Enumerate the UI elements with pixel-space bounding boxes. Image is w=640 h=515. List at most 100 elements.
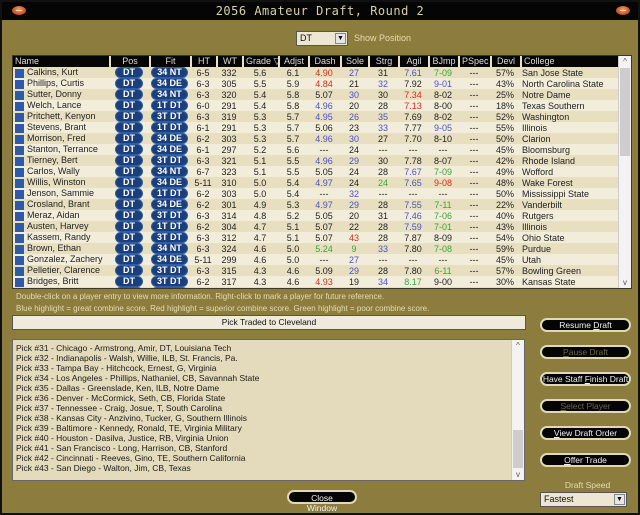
pick-list-item[interactable]: Pick #41 - San Francisco - Long, Harriso… xyxy=(16,443,521,453)
pick-list-item[interactable]: Pick #42 - Cincinnati - Reeves, Gino, TE… xyxy=(16,453,521,463)
player-row[interactable]: Welch, Lance DT 1T DT 6-0 291 5.4 5.8 4.96 20 28 7… xyxy=(13,100,618,111)
player-name-cell[interactable]: Calkins, Kurt xyxy=(13,67,109,78)
mark-player-checkbox[interactable] xyxy=(15,277,24,287)
column-header-pos[interactable]: Pos xyxy=(109,56,149,67)
player-name-cell[interactable]: Carlos, Wally xyxy=(13,166,109,177)
player-name-cell[interactable]: Austen, Harvey xyxy=(13,221,109,232)
player-name-cell[interactable]: Gonzalez, Zachery xyxy=(13,254,109,265)
player-row[interactable]: Bridges, Britt DT 3T DT 6-2 317 4.3 4.6 4.93 19 3… xyxy=(13,276,618,287)
football-icon[interactable] xyxy=(616,6,630,15)
scroll-down-icon[interactable]: v xyxy=(619,277,631,288)
player-name-cell[interactable]: Pritchett, Kenyon xyxy=(13,111,109,122)
player-row[interactable]: Austen, Harvey DT 1T DT 6-2 304 4.7 5.1 5.07 22 2… xyxy=(13,221,618,232)
player-row[interactable]: Meraz, Aidan DT 3T DT 6-3 314 4.8 5.2 5.05 20 31 7… xyxy=(13,210,618,221)
player-row[interactable]: Stevens, Brant DT 1T DT 6-1 291 5.3 5.7 5.06 23 3… xyxy=(13,122,618,133)
player-name-cell[interactable]: Kassem, Randy xyxy=(13,232,109,243)
mark-player-checkbox[interactable] xyxy=(15,79,24,89)
player-name-cell[interactable]: Tierney, Bert xyxy=(13,155,109,166)
mark-player-checkbox[interactable] xyxy=(15,222,24,232)
mark-player-checkbox[interactable] xyxy=(15,145,24,155)
column-header-adjst[interactable]: Adjst xyxy=(278,56,308,67)
column-header-agil[interactable]: Agil xyxy=(398,56,428,67)
offer-trade-button[interactable]: Offer Trade xyxy=(540,453,631,467)
mark-player-checkbox[interactable] xyxy=(15,90,24,100)
mark-player-checkbox[interactable] xyxy=(15,134,24,144)
mark-player-checkbox[interactable] xyxy=(15,266,24,276)
mark-player-checkbox[interactable] xyxy=(15,211,24,221)
mark-player-checkbox[interactable] xyxy=(15,255,24,265)
position-select[interactable]: DT ▼ xyxy=(296,30,348,46)
mark-player-checkbox[interactable] xyxy=(15,156,24,166)
player-row[interactable]: Pritchett, Kenyon DT 3T DT 6-3 319 5.3 5.7 4.95… xyxy=(13,111,618,122)
mark-player-checkbox[interactable] xyxy=(15,167,24,177)
player-row[interactable]: Stanton, Terrance DT 34 DE 6-1 297 5.2 5.6 --- 2… xyxy=(13,144,618,155)
close-window-button[interactable]: Close Window xyxy=(287,490,357,513)
player-name-cell[interactable]: Pelletier, Clarence xyxy=(13,265,109,276)
chevron-down-icon[interactable]: ▼ xyxy=(335,32,346,44)
player-name-cell[interactable]: Morrison, Fred xyxy=(13,133,109,144)
player-row[interactable]: Jenson, Sammie DT 1T DT 6-2 303 5.0 5.4 --- 32 --… xyxy=(13,188,618,199)
player-name-cell[interactable]: Willis, Winston xyxy=(13,177,109,188)
player-name-cell[interactable]: Chew, Eddie xyxy=(13,287,109,288)
player-name-cell[interactable]: Jenson, Sammie xyxy=(13,188,109,199)
player-row[interactable]: Pelletier, Clarence DT 3T DT 6-3 315 4.3 4.6 5.… xyxy=(13,265,618,276)
mark-player-checkbox[interactable] xyxy=(15,101,24,111)
mark-player-checkbox[interactable] xyxy=(15,123,24,133)
player-name-cell[interactable]: Meraz, Aidan xyxy=(13,210,109,221)
scroll-thumb[interactable] xyxy=(513,430,523,468)
player-row[interactable]: Willis, Winston DT 34 DE 5-11 310 5.0 5.4 4.97 2… xyxy=(13,177,618,188)
player-name-cell[interactable]: Phillips, Curtis xyxy=(13,78,109,89)
column-header-strg[interactable]: Strg xyxy=(368,56,398,67)
pick-list-item[interactable]: Pick #34 - Los Angeles - Phillips, Natha… xyxy=(16,373,521,383)
column-header-college[interactable]: College xyxy=(520,56,618,67)
scroll-up-icon[interactable]: ^ xyxy=(512,340,524,351)
column-header-bjmp[interactable]: BJmp xyxy=(428,56,458,67)
mark-player-checkbox[interactable] xyxy=(15,189,24,199)
player-name-cell[interactable]: Crosland, Brant xyxy=(13,199,109,210)
pick-list-item[interactable]: Pick #39 - Baltimore - Kennedy, Ronald, … xyxy=(16,423,521,433)
column-header-ht[interactable]: HT xyxy=(190,56,216,67)
column-header-pspec[interactable]: PSpec xyxy=(458,56,490,67)
player-row[interactable]: Kassem, Randy DT 3T DT 6-3 312 4.7 5.1 5.07 43 28… xyxy=(13,232,618,243)
pick-list-item[interactable]: Pick #43 - San Diego - Walton, Jim, CB, … xyxy=(16,463,521,473)
player-row[interactable]: Phillips, Curtis DT 34 DE 6-3 305 5.5 5.9 4.84 2… xyxy=(13,78,618,89)
column-header-name[interactable]: Name xyxy=(13,56,109,67)
player-name-cell[interactable]: Brown, Ethan xyxy=(13,243,109,254)
pick-list-item[interactable]: Pick #31 - Chicago - Armstrong, Amir, DT… xyxy=(16,343,521,353)
player-row[interactable]: Gonzalez, Zachery DT 34 DE 5-11 299 4.6 5.0 ---… xyxy=(13,254,618,265)
select-player-button[interactable]: Select Player xyxy=(540,399,631,413)
pick-list-item[interactable]: Pick #32 - Indianapolis - Walsh, Willie,… xyxy=(16,353,521,363)
mark-player-checkbox[interactable] xyxy=(15,233,24,243)
column-header-devl[interactable]: Devl xyxy=(490,56,520,67)
players-scrollbar[interactable]: ^ v xyxy=(618,56,631,288)
player-row[interactable]: Crosland, Brant DT 34 DE 6-2 301 4.9 5.3 4.97 29… xyxy=(13,199,618,210)
player-row[interactable]: Calkins, Kurt DT 34 NT 6-5 332 5.6 6.1 4.90 27 31… xyxy=(13,67,618,78)
player-row[interactable]: Carlos, Wally DT 34 NT 6-7 323 5.1 5.5 5.05 24 28… xyxy=(13,166,618,177)
player-row[interactable]: Sutter, Donny DT 34 NT 6-3 320 5.4 5.8 5.07 30 30… xyxy=(13,89,618,100)
pick-list-item[interactable]: Pick #37 - Tennessee - Craig, Josue, T, … xyxy=(16,403,521,413)
player-row[interactable]: Morrison, Fred DT 34 DE 6-2 303 5.3 5.7 4.96 30 2… xyxy=(13,133,618,144)
pick-list-item[interactable]: Pick #33 - Tampa Bay - Hitchcock, Ernest… xyxy=(16,363,521,373)
player-row[interactable]: Chew, Eddie DT 34 DE6-13054.24.55.0724288.… xyxy=(13,287,618,288)
column-header-sole[interactable]: Sole xyxy=(340,56,368,67)
pick-list-item[interactable]: Pick #40 - Houston - Dasilva, Justice, R… xyxy=(16,433,521,443)
player-name-cell[interactable]: Sutter, Donny xyxy=(13,89,109,100)
pause-draft-button[interactable]: Pause Draft xyxy=(540,345,631,359)
football-icon[interactable] xyxy=(12,6,26,15)
column-header-wt[interactable]: WT xyxy=(216,56,242,67)
mark-player-checkbox[interactable] xyxy=(15,200,24,210)
scroll-up-icon[interactable]: ^ xyxy=(619,56,631,67)
have-staff-finish-draft-button[interactable]: Have Staff Finish Draft xyxy=(540,372,631,386)
mark-player-checkbox[interactable] xyxy=(15,178,24,188)
pick-list-item[interactable]: Pick #36 - Denver - McCormick, Seth, CB,… xyxy=(16,393,521,403)
chevron-down-icon[interactable]: ▼ xyxy=(614,494,625,505)
pick-list-item[interactable]: Pick #38 - Kansas City - Anzivino, Tucke… xyxy=(16,413,521,423)
mark-player-checkbox[interactable] xyxy=(15,244,24,254)
scroll-down-icon[interactable]: v xyxy=(512,469,524,480)
pick-list-item[interactable]: Pick #35 - Dallas - Greenslade, Ken, ILB… xyxy=(16,383,521,393)
column-header-dash[interactable]: Dash xyxy=(308,56,340,67)
player-name-cell[interactable]: Bridges, Britt xyxy=(13,276,109,287)
player-name-cell[interactable]: Stevens, Brant xyxy=(13,122,109,133)
column-header-fit[interactable]: Fit xyxy=(149,56,190,67)
mark-player-checkbox[interactable] xyxy=(15,112,24,122)
